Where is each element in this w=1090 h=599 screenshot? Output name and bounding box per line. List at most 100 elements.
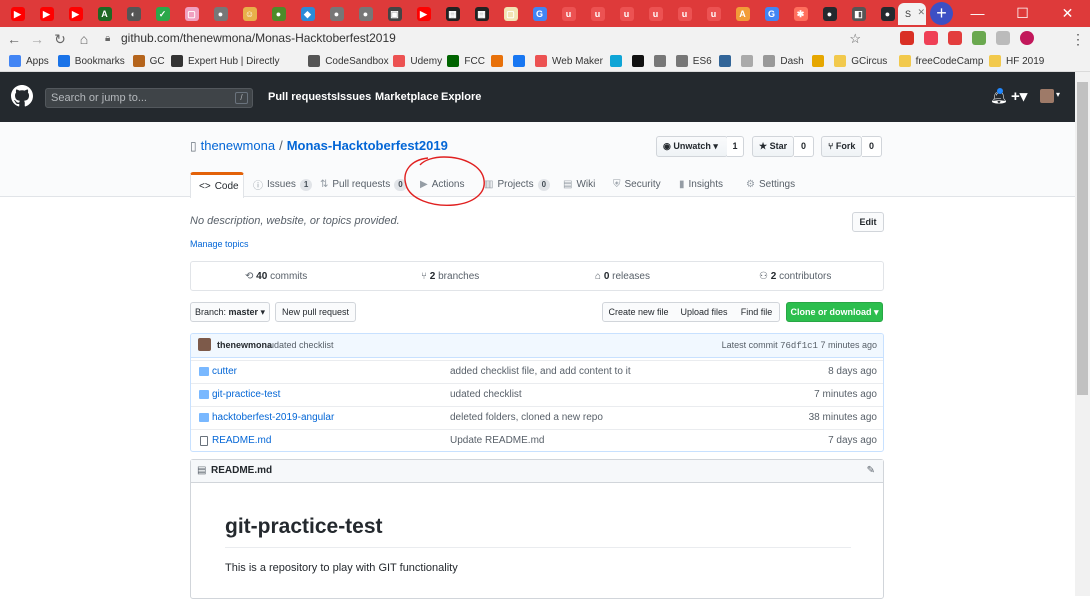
window-icon[interactable] [996,31,1010,45]
nav-pull-requests[interactable]: Pull requests [268,91,337,103]
browser-tab[interactable]: ☺ [236,3,263,25]
browser-tab[interactable]: A [729,3,756,25]
browser-tab[interactable]: ▢ [497,3,524,25]
bookmark-item[interactable]: FCC [447,53,485,69]
unwatch-button[interactable]: ◉ Unwatch ▾ [656,136,728,157]
commit-author-avatar[interactable] [198,338,211,351]
browser-tab[interactable]: ◆ [294,3,321,25]
browser-tab[interactable]: ▦ [468,3,495,25]
browser-tab[interactable]: ● [352,3,379,25]
browser-tab[interactable]: ✓ [149,3,176,25]
chevron-down-icon[interactable]: ▾ [1056,90,1060,99]
fork-count[interactable]: 0 [862,136,882,157]
close-tab-icon[interactable]: ✕ [917,7,925,18]
browser-tab[interactable]: G [758,3,785,25]
minimize-button[interactable]: — [955,0,1000,27]
file-commit-message[interactable]: udated checklist [450,389,522,400]
user-avatar[interactable] [1040,89,1054,103]
file-commit-message[interactable]: added checklist file, and add content to… [450,366,631,377]
browser-tab[interactable]: u [584,3,611,25]
file-name-link[interactable]: git-practice-test [212,389,280,400]
bookmark-item[interactable]: Expert Hub | Directly [171,53,280,69]
bookmark-item[interactable] [812,53,829,69]
tab-wiki[interactable]: ▤ Wiki [563,172,595,197]
browser-tab[interactable]: u [642,3,669,25]
bookmark-item[interactable] [491,53,508,69]
bookmark-star-icon[interactable]: ☆ [849,29,861,48]
browser-tab[interactable]: ◐ [120,3,147,25]
bookmark-item[interactable] [653,53,671,69]
create-new-file-button[interactable]: Create new file [602,302,675,322]
upload-files-button[interactable]: Upload files [674,302,735,322]
tab-code[interactable]: <> Code [190,172,244,198]
address-bar[interactable]: 🔒︎ github.com/thenewmona/Monas-Hacktober… [99,29,869,48]
bookmark-item[interactable]: ES6 [675,53,712,69]
commit-message[interactable]: udated checklist [269,340,334,350]
adblock-icon[interactable] [948,31,962,45]
gmail-icon[interactable] [900,31,914,45]
bookmark-item[interactable]: GCircus [834,53,887,69]
bookmark-item[interactable]: Dash [763,53,804,69]
repo-owner-link[interactable]: thenewmona [201,138,275,153]
bookmark-item[interactable]: HF 2019 [989,53,1044,69]
create-new-icon[interactable]: +▾ [1011,87,1027,105]
tab-insights[interactable]: ▮ Insights [679,172,723,197]
commits-link[interactable]: ⟲ 40 commits [245,271,307,282]
browser-tab[interactable]: ◧ [845,3,872,25]
bookmark-item[interactable]: Apps [9,53,49,69]
file-name-link[interactable]: cutter [212,366,237,377]
browser-tab[interactable]: u [700,3,727,25]
repo-name-link[interactable]: Monas-Hacktoberfest2019 [287,138,448,153]
close-window-button[interactable]: ✕ [1045,0,1090,27]
browser-tab[interactable]: ▦ [439,3,466,25]
edit-button[interactable]: Edit [852,212,884,232]
star-button[interactable]: ★ Star [752,136,794,157]
file-name-link[interactable]: README.md [212,435,271,446]
releases-link[interactable]: ⌂ 0 releases [595,271,650,282]
star-icon[interactable] [876,31,890,45]
active-browser-tab[interactable]: S ✕ [898,3,926,25]
new-tab-button[interactable]: + [930,2,953,25]
tab-issues[interactable]: ⓘ Issues 1 [253,172,313,197]
bookmark-item[interactable]: CodeSandbox [308,53,389,69]
manage-topics-link[interactable]: Manage topics [190,239,249,249]
page-scrollbar[interactable] [1075,72,1090,596]
forward-icon[interactable]: → [27,29,47,49]
tab-pull-requests[interactable]: ⇅ Pull requests 0 [320,172,407,197]
reader-icon[interactable] [972,31,986,45]
browser-tab[interactable]: ● [323,3,350,25]
bookmark-item[interactable]: Udemy [393,53,442,69]
reload-icon[interactable]: ↻ [50,29,70,49]
search-input[interactable]: Search or jump to... / [45,88,253,108]
menu-icon[interactable]: ⋮ [1068,29,1088,49]
browser-tab[interactable]: ● [874,3,901,25]
browser-tab[interactable]: ✱ [787,3,814,25]
branches-link[interactable]: ⑂ 2 branches [421,271,479,282]
file-commit-message[interactable]: deleted folders, cloned a new repo [450,412,603,423]
browser-tab[interactable]: ▣ [381,3,408,25]
nav-explore[interactable]: Explore [441,91,481,103]
github-logo-icon[interactable] [11,85,33,107]
browser-tab[interactable]: ▶ [62,3,89,25]
new-pull-request-button[interactable]: New pull request [275,302,356,322]
file-name-link[interactable]: hacktoberfest-2019-angular [212,412,334,423]
bookmark-item[interactable] [631,53,649,69]
clone-or-download-button[interactable]: Clone or download ▾ [786,302,883,322]
nav-marketplace[interactable]: Marketplace [375,91,439,103]
browser-tab[interactable]: u [671,3,698,25]
browser-tab[interactable]: ▢ [178,3,205,25]
tab-projects[interactable]: ▥ Projects 0 [484,172,551,197]
commit-author[interactable]: thenewmona [217,340,272,350]
tab-settings[interactable]: ⚙ Settings [746,172,795,197]
browser-tab[interactable]: u [613,3,640,25]
bookmark-item[interactable] [609,53,627,69]
browser-tab[interactable]: ● [207,3,234,25]
pocket-icon[interactable] [924,31,938,45]
bookmark-item[interactable] [719,53,736,69]
bookmark-item[interactable] [513,53,530,69]
bookmark-item[interactable]: GC [132,53,165,69]
bookmark-item[interactable]: Web Maker [535,53,603,69]
pencil-icon[interactable]: ✎ [867,460,875,482]
browser-tab[interactable]: A [91,3,118,25]
browser-tab[interactable]: ▶ [4,3,31,25]
